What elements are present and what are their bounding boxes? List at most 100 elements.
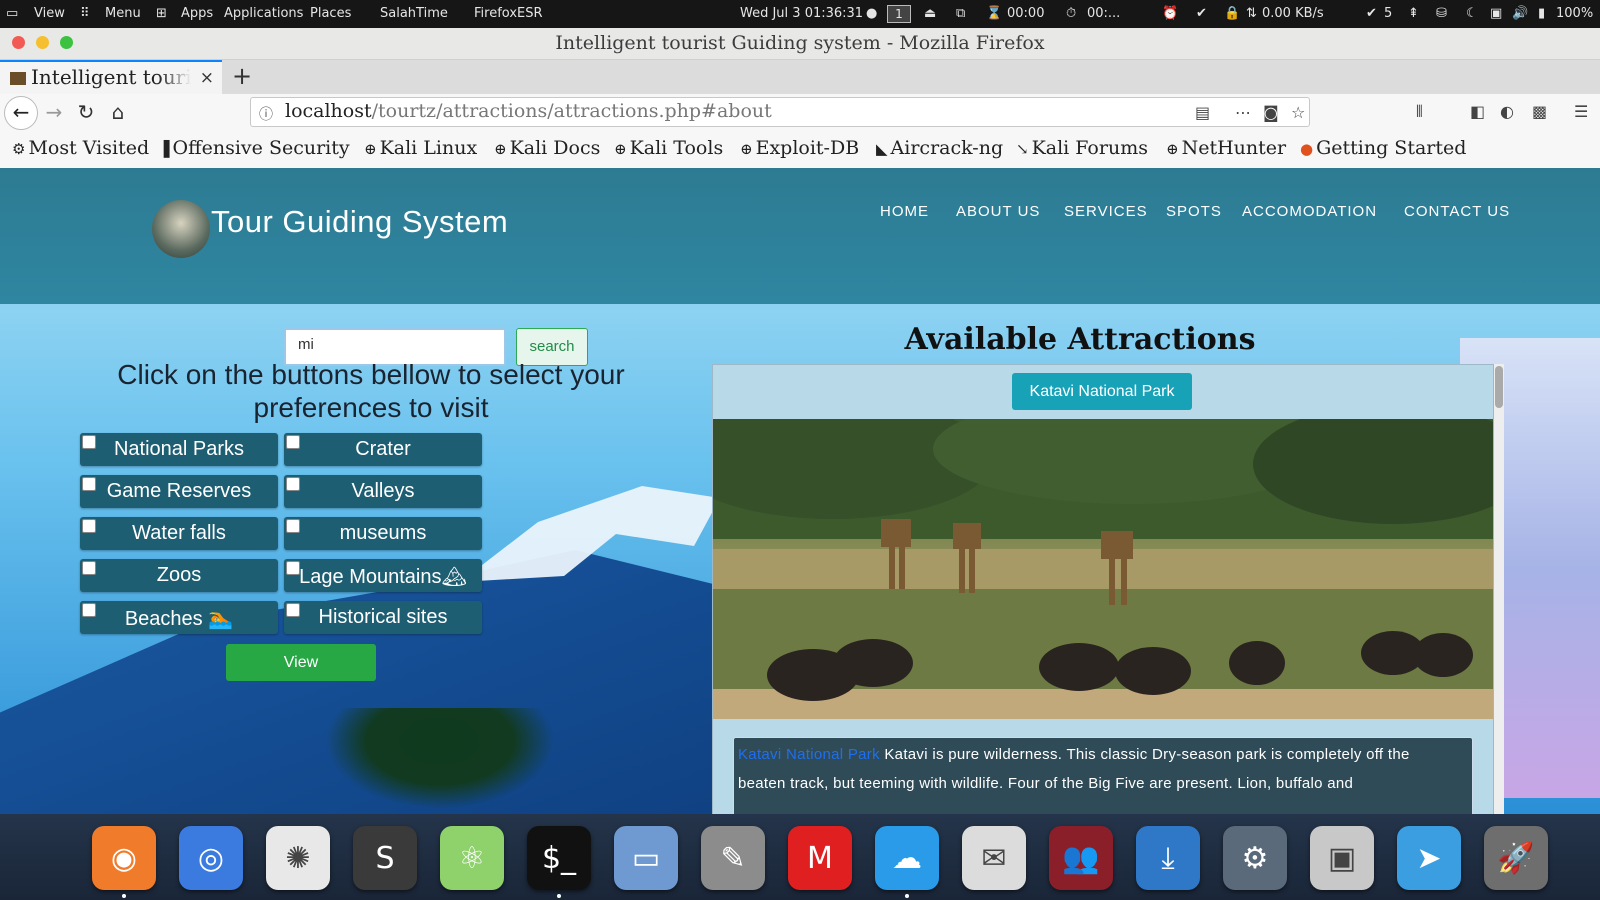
night-mode-icon[interactable]: ☾ [1466, 6, 1478, 21]
site-brand[interactable]: Tour Guiding System [211, 204, 508, 240]
panel-scrollbar-thumb[interactable] [1495, 366, 1503, 408]
files-dock-icon[interactable]: ▭ [614, 826, 678, 890]
pref-large-mountains[interactable]: Lage Mountains🏔 [284, 559, 482, 592]
eject-icon[interactable]: ⏏ [924, 6, 936, 21]
workspace-indicator[interactable]: 1 [887, 5, 911, 23]
pref-historical-sites[interactable]: Historical sites [284, 601, 482, 634]
pref-water-falls[interactable]: Water falls [80, 517, 278, 550]
nav-services[interactable]: SERVICES [1064, 203, 1148, 220]
pref-game-reserves[interactable]: Game Reserves [80, 475, 278, 508]
home-button[interactable]: ⌂ [104, 100, 132, 124]
places-menu[interactable]: Places [310, 6, 351, 21]
nav-home[interactable]: HOME [880, 203, 929, 220]
software-dock-icon[interactable]: ⤓ [1136, 826, 1200, 890]
library-icon[interactable]: ⫴ [1416, 102, 1423, 122]
pref-valleys[interactable]: Valleys [284, 475, 482, 508]
sidebar-icon[interactable]: ◧ [1470, 102, 1485, 121]
bookmark-kali-tools[interactable]: ⊕ Kali Tools [614, 137, 723, 159]
gmail-dock-icon[interactable]: M [788, 826, 852, 890]
reload-button[interactable]: ↻ [72, 100, 100, 124]
bookmark-most-visited[interactable]: ⚙ Most Visited [12, 137, 149, 159]
pref-zoos[interactable]: Zoos [80, 559, 278, 592]
bookmark-kali-docs[interactable]: ⊕ Kali Docs [494, 137, 600, 159]
bookmark-label: Aircrack-ng [890, 137, 1004, 159]
nav-spots[interactable]: SPOTS [1166, 203, 1222, 220]
nav-about-us[interactable]: ABOUT US [956, 203, 1040, 220]
applications-menu[interactable]: Applications [224, 6, 303, 21]
atom-dock-icon[interactable]: ⚛ [440, 826, 504, 890]
site-logo[interactable] [152, 200, 210, 258]
site-info-icon[interactable]: ⓘ [259, 104, 273, 124]
apps-button[interactable]: Apps [181, 6, 213, 21]
mail-dock-icon[interactable]: ✉ [962, 826, 1026, 890]
salahtime-applet[interactable]: SalahTime [380, 6, 448, 21]
tab-close-icon[interactable]: × [200, 68, 214, 88]
bookmark-offensive-security[interactable]: ▐ Offensive Security [158, 137, 350, 159]
new-tab-button[interactable]: + [232, 62, 252, 90]
pref-beaches[interactable]: Beaches 🏊 [80, 601, 278, 634]
battery-percent[interactable]: 100% [1556, 6, 1593, 21]
park-name-link[interactable]: Katavi National Park [738, 746, 880, 763]
timer-display[interactable]: 00:00 [1007, 6, 1044, 21]
view-button[interactable]: View [226, 644, 376, 681]
tab-intelligent-tourist[interactable]: Intelligent tourist Guiding system × [0, 60, 222, 94]
attractions-title: Available Attractions [904, 322, 1256, 357]
volume-icon[interactable]: 🔊 [1512, 6, 1528, 21]
maltego-dock-icon[interactable]: ✺ [266, 826, 330, 890]
bookmark-exploit-db[interactable]: ⊕ Exploit-DB [740, 137, 859, 159]
drive-icon[interactable]: ⛁ [1436, 6, 1447, 21]
alarm-icon[interactable]: ⏰ [1162, 6, 1178, 21]
offsec-icon: ▐ [158, 140, 170, 158]
bookmark-kali-linux[interactable]: ⊕ Kali Linux [364, 137, 477, 159]
terminal-dock-icon[interactable]: $_ [527, 826, 591, 890]
screenshot-icon[interactable]: ▩ [1532, 102, 1547, 121]
reader-view-icon[interactable]: ▤ [1195, 103, 1210, 122]
chrome-dock-icon[interactable]: ◎ [179, 826, 243, 890]
network-icon[interactable]: ⧉ [956, 6, 965, 21]
forward-button[interactable]: → [40, 100, 68, 124]
contacts-dock-icon[interactable]: 👥 [1049, 826, 1113, 890]
screenshot-dock-icon[interactable]: ▣ [1310, 826, 1374, 890]
katavi-park-button[interactable]: Katavi National Park [1012, 373, 1192, 410]
firefox-esr-taskitem[interactable]: FirefoxESR [474, 6, 543, 21]
sublime-dock-icon[interactable]: S [353, 826, 417, 890]
pref-crater[interactable]: Crater [284, 433, 482, 466]
clock[interactable]: Wed Jul 3 01:36:31 [740, 6, 863, 21]
nav-toolbar: ← → ↻ ⌂ ⓘ localhost/tourtz/attractions/a… [0, 94, 1600, 134]
hamburger-menu-icon[interactable]: ☰ [1574, 102, 1588, 121]
back-button[interactable]: ← [4, 96, 38, 130]
view-menu[interactable]: View [34, 6, 65, 21]
nav-accomodation[interactable]: ACCOMODATION [1242, 203, 1377, 220]
bookmark-aircrack-ng[interactable]: ◣ Aircrack-ng [876, 137, 1003, 159]
bookmark-kali-forums[interactable]: ↘ Kali Forums [1016, 137, 1148, 159]
telegram-dock-icon[interactable]: ➤ [1397, 826, 1461, 890]
launcher-dock-icon[interactable]: 🚀 [1484, 826, 1548, 890]
kali-icon: ↘ [1016, 140, 1029, 158]
weather-dock-icon[interactable]: ☁ [875, 826, 939, 890]
rss-icon[interactable]: ▣ [1490, 6, 1502, 21]
pref-label: Beaches 🏊 [124, 608, 234, 630]
settings-dock-icon[interactable]: ⚙ [1223, 826, 1287, 890]
nav-contact-us[interactable]: CONTACT US [1404, 203, 1510, 220]
window-list-icon[interactable]: ▭ [6, 6, 18, 21]
bookmark-getting-started[interactable]: ● Getting Started [1300, 137, 1466, 159]
pocket-icon[interactable]: ◙ [1263, 103, 1279, 122]
bookmark-nethunter[interactable]: ⊕ NetHunter [1166, 137, 1286, 159]
lock-icon[interactable]: 🔒 [1224, 6, 1240, 21]
url-bar[interactable]: ⓘ localhost/tourtz/attractions/attractio… [250, 97, 1310, 127]
pref-label: National Parks [113, 438, 245, 460]
updates-count[interactable]: 5 [1384, 6, 1392, 21]
pref-museums[interactable]: museums [284, 517, 482, 550]
updown-arrows-icon: ⇅ [1246, 6, 1257, 21]
bookmark-star-icon[interactable]: ☆ [1291, 103, 1305, 122]
pref-national-parks[interactable]: National Parks [80, 433, 278, 466]
page-actions-icon[interactable]: ⋯ [1235, 103, 1251, 122]
stopwatch-display[interactable]: 00:... [1087, 6, 1120, 21]
firefox-dock-icon[interactable]: ◉ [92, 826, 156, 890]
extension-icon[interactable]: ◐ [1500, 102, 1514, 121]
panel-scrollbar-track[interactable] [1494, 364, 1504, 814]
menu-button[interactable]: Menu [105, 6, 141, 21]
usb-icon[interactable]: ⇞ [1408, 6, 1419, 21]
url-text[interactable]: localhost/tourtz/attractions/attractions… [285, 100, 772, 122]
gimp-dock-icon[interactable]: ✎ [701, 826, 765, 890]
